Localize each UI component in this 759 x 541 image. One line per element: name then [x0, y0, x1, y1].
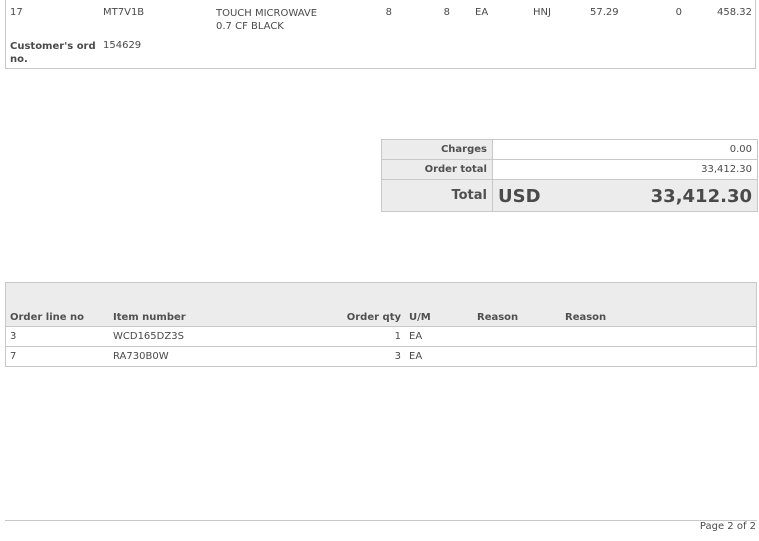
header-reason-1: Reason	[473, 282, 561, 327]
table-row: 7 RA730B0W 3 EA	[5, 346, 757, 367]
total-cell: USD 33,412.30	[492, 179, 758, 212]
item-number: MT7V1B	[103, 7, 145, 18]
row-line-no: 3	[5, 326, 109, 347]
header-order-line-no: Order line no	[5, 282, 109, 327]
totals-table: Charges 0.00 Order total 33,412.30 Total…	[381, 139, 758, 212]
page-number: Page 2 of 2	[699, 521, 756, 532]
header-um: U/M	[405, 282, 473, 327]
row-item-number: RA730B0W	[109, 346, 337, 367]
header-order-qty: Order qty	[337, 282, 405, 327]
charges-label: Charges	[381, 139, 493, 160]
row-reason-2	[561, 346, 757, 367]
order-lines-table: Order line no Item number Order qty U/M …	[5, 282, 757, 367]
charges-row: Charges 0.00	[381, 139, 758, 160]
order-total-row: Order total 33,412.30	[381, 159, 758, 180]
row-reason-1	[473, 326, 561, 347]
grand-total-value: 33,412.30	[650, 185, 752, 207]
line-number: 17	[10, 7, 23, 18]
row-line-no: 7	[5, 346, 109, 367]
charges-value: 0.00	[492, 139, 758, 160]
table-row: 3 WCD165DZ3S 1 EA	[5, 326, 757, 347]
item-description: TOUCH MICROWAVE 0.7 CF BLACK	[216, 8, 318, 32]
header-item-number: Item number	[109, 282, 337, 327]
row-qty: 1	[337, 326, 405, 347]
unit-of-measure: EA	[475, 7, 489, 18]
order-total-value: 33,412.30	[492, 159, 758, 180]
row-um: EA	[405, 326, 473, 347]
row-reason-2	[561, 326, 757, 347]
row-um: EA	[405, 346, 473, 367]
customer-order-label: Customer's ord no.	[10, 41, 96, 65]
row-reason-1	[473, 346, 561, 367]
table-header-row: Order line no Item number Order qty U/M …	[5, 282, 757, 327]
unit-price: 57.29	[590, 7, 619, 18]
footer-divider	[5, 520, 757, 521]
order-total-label: Order total	[381, 159, 493, 180]
discount: 0	[675, 7, 682, 18]
currency-code: USD	[498, 185, 541, 207]
row-qty: 3	[337, 346, 405, 367]
quantity: 8	[443, 7, 450, 18]
order-line-block: 17 MT7V1B TOUCH MICROWAVE 0.7 CF BLACK 8…	[5, 0, 756, 69]
row-item-number: WCD165DZ3S	[109, 326, 337, 347]
warehouse: HNJ	[533, 7, 551, 18]
total-label: Total	[381, 179, 493, 212]
ordered-qty: 8	[385, 7, 392, 18]
header-reason-2: Reason	[561, 282, 757, 327]
grand-total-row: Total USD 33,412.30	[381, 179, 758, 212]
line-amount: 458.32	[717, 7, 752, 18]
customer-order-value: 154629	[103, 40, 142, 51]
